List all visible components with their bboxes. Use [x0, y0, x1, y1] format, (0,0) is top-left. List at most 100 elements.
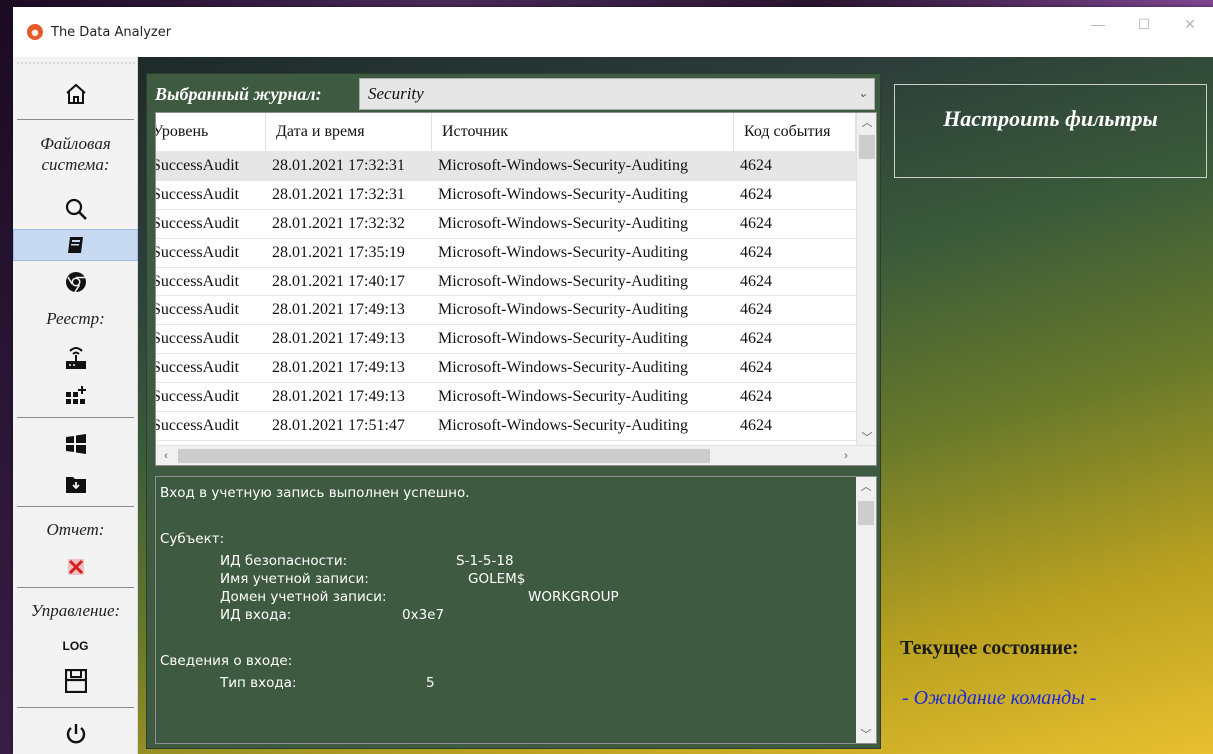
download-folder-icon [65, 477, 86, 493]
table-row[interactable]: SuccessAudit 28.01.2021 17:32:31 Microsoft… [156, 179, 856, 209]
cell-source: Microsoft-Windows-Security-Auditing [438, 359, 688, 377]
scroll-thumb[interactable] [858, 501, 874, 525]
save-button[interactable] [13, 663, 138, 699]
cell-datetime: 28.01.2021 17:40:17 [272, 272, 405, 290]
cell-level: SuccessAudit [156, 243, 240, 261]
report-close-icon [67, 559, 84, 575]
home-button[interactable] [13, 75, 138, 113]
cell-datetime: 28.01.2021 17:49:13 [272, 359, 405, 377]
router-icon [65, 347, 86, 369]
scroll-right-icon[interactable]: › [836, 447, 856, 465]
cell-source: Microsoft-Windows-Security-Auditing [438, 330, 688, 348]
cell-datetime: 28.01.2021 17:35:19 [272, 243, 405, 261]
details-logon-type-label: Тип входа: [220, 675, 297, 691]
journal-select[interactable]: Security ⌄ [359, 78, 875, 110]
configure-filters-button[interactable]: Настроить фильтры [894, 84, 1207, 178]
home-icon [65, 83, 86, 104]
table-header: Уровень Дата и время Источник Код событи… [156, 113, 856, 151]
cell-source: Microsoft-Windows-Security-Auditing [438, 243, 688, 261]
power-icon [66, 724, 85, 744]
table-vertical-scrollbar[interactable]: ︿ ﹀ [856, 113, 876, 446]
sidebar-divider [17, 707, 134, 708]
status-value: - Ожидание команды - [902, 687, 1097, 709]
windows-button[interactable] [13, 427, 138, 461]
sidebar-grip [13, 59, 138, 67]
column-header-level[interactable]: Уровень [156, 113, 266, 151]
event-details-panel[interactable]: Вход в учетную запись выполнен успешно. … [155, 476, 877, 744]
event-log-panel: Выбранный журнал: Security ⌄ Уровень Дат… [146, 73, 881, 749]
sidebar-divider [17, 119, 134, 120]
log-icon: LOG [62, 639, 89, 653]
maximize-button[interactable]: ☐ [1121, 7, 1167, 41]
cell-level: SuccessAudit [156, 156, 240, 174]
cell-source: Microsoft-Windows-Security-Auditing [438, 301, 688, 319]
window-title: The Data Analyzer [51, 24, 172, 40]
table-row[interactable]: SuccessAudit 28.01.2021 17:49:13 Microsoft… [156, 295, 856, 324]
column-header-source[interactable]: Источник [432, 113, 734, 151]
cell-event-code: 4624 [740, 272, 772, 290]
apps-button[interactable] [13, 379, 138, 413]
cell-source: Microsoft-Windows-Security-Auditing [438, 214, 688, 232]
cell-event-code: 4624 [740, 214, 772, 232]
book-icon [67, 237, 83, 253]
table-row[interactable]: SuccessAudit 28.01.2021 17:49:13 Microsoft… [156, 353, 856, 382]
column-header-datetime[interactable]: Дата и время [266, 113, 432, 151]
cell-datetime: 28.01.2021 17:32:32 [272, 214, 405, 232]
cell-event-code: 4624 [740, 330, 772, 348]
sidebar-divider [17, 587, 134, 588]
scroll-thumb[interactable] [178, 449, 710, 463]
cell-datetime: 28.01.2021 17:51:47 [272, 416, 405, 434]
sidebar-divider [17, 417, 134, 418]
table-row[interactable]: SuccessAudit 28.01.2021 17:51:47 Microsoft… [156, 411, 856, 440]
table-row[interactable]: SuccessAudit 28.01.2021 17:40:17 Microsoft… [156, 266, 856, 296]
downloads-button[interactable] [13, 467, 138, 501]
cell-source: Microsoft-Windows-Security-Auditing [438, 156, 688, 174]
report-clear-button[interactable] [13, 553, 138, 581]
journal-row: Выбранный журнал: [155, 78, 338, 110]
scroll-down-icon[interactable]: ﹀ [857, 428, 876, 446]
main-area: Выбранный журнал: Security ⌄ Уровень Дат… [138, 57, 1213, 754]
minimize-button[interactable]: — [1075, 7, 1121, 41]
table-row[interactable]: SuccessAudit 28.01.2021 17:35:19 Microsoft… [156, 237, 856, 267]
cell-level: SuccessAudit [156, 214, 240, 232]
scroll-up-icon[interactable]: ︿ [857, 113, 876, 131]
cell-source: Microsoft-Windows-Security-Auditing [438, 185, 688, 203]
cell-event-code: 4624 [740, 156, 772, 174]
app-icon: ◉ [27, 24, 43, 40]
event-log-button[interactable] [13, 229, 138, 261]
log-button[interactable]: LOG [13, 633, 138, 659]
cell-event-code: 4624 [740, 243, 772, 261]
cell-source: Microsoft-Windows-Security-Auditing [438, 388, 688, 406]
cell-datetime: 28.01.2021 17:49:13 [272, 330, 405, 348]
table-horizontal-scrollbar[interactable]: ‹ › [156, 445, 876, 465]
journal-label: Выбранный журнал: [155, 83, 322, 104]
table-row[interactable]: SuccessAudit 28.01.2021 17:32:31 Microsoft… [156, 151, 856, 180]
cell-event-code: 4624 [740, 359, 772, 377]
save-icon [64, 669, 87, 693]
sidebar: Файловая система: Реестр: Отчет: Управле… [13, 57, 138, 754]
details-vertical-scrollbar[interactable]: ︿ ﹀ [856, 477, 876, 743]
table-row[interactable]: SuccessAudit 28.01.2021 17:49:13 Microsoft… [156, 382, 856, 411]
filesystem-section-label: Файловая система: [40, 134, 111, 174]
search-button[interactable] [13, 193, 138, 225]
close-button[interactable]: ✕ [1167, 7, 1213, 41]
table-row[interactable]: SuccessAudit 28.01.2021 17:49:13 Microsoft… [156, 324, 856, 353]
details-subject-heading: Субъект: [160, 531, 225, 547]
cell-event-code: 4624 [740, 416, 772, 434]
scroll-up-icon[interactable]: ︿ [856, 477, 876, 495]
cell-level: SuccessAudit [156, 185, 240, 203]
scroll-down-icon[interactable]: ﹀ [856, 725, 876, 743]
network-button[interactable] [13, 341, 138, 375]
chrome-icon [65, 272, 86, 293]
cell-level: SuccessAudit [156, 359, 240, 377]
browser-button[interactable] [13, 267, 138, 297]
column-header-event-code[interactable]: Код события [734, 113, 856, 151]
details-domain-value: WORKGROUP [528, 589, 619, 605]
scroll-thumb[interactable] [859, 135, 875, 159]
details-domain-label: Домен учетной записи: [220, 589, 387, 605]
journal-selected-value: Security [368, 84, 424, 103]
management-section-label: Управление: [30, 601, 121, 620]
table-row[interactable]: SuccessAudit 28.01.2021 17:32:32 Microsoft… [156, 208, 856, 238]
power-button[interactable] [13, 717, 138, 751]
scroll-left-icon[interactable]: ‹ [156, 447, 176, 465]
